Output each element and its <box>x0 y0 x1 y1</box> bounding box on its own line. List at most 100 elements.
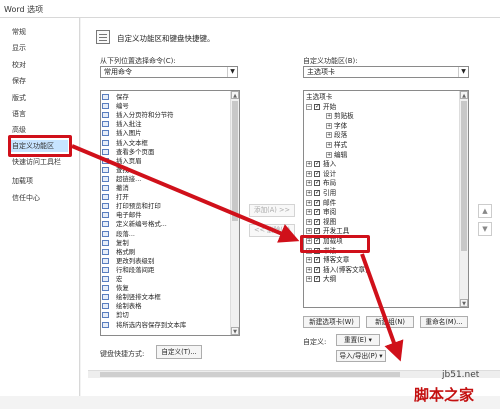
sidebar-item-addins[interactable]: 加载项 <box>12 175 33 187</box>
checkbox[interactable]: ✓ <box>314 228 320 235</box>
tree-item[interactable]: + ✓ 书法 <box>306 247 336 256</box>
command-item[interactable]: 将所选内容保存到文本库 <box>101 321 239 329</box>
scroll-down-icon[interactable]: ▼ <box>460 299 468 307</box>
scroll-up-icon[interactable]: ▲ <box>460 91 468 99</box>
expand-icon[interactable]: + <box>306 190 312 196</box>
tree-item[interactable]: − ✓ 开始 <box>306 103 336 112</box>
command-item[interactable]: 插入批注 <box>101 120 239 128</box>
sidebar-item-layout[interactable]: 版式 <box>12 92 26 104</box>
tree-item[interactable]: + ✓ 大纲 <box>306 275 336 284</box>
sidebar-item-general[interactable]: 常规 <box>12 26 26 38</box>
sidebar-item-advanced[interactable]: 高级 <box>12 124 26 136</box>
command-item[interactable]: 绘制竖排文本框 <box>101 293 239 301</box>
command-item[interactable]: 复制 <box>101 239 239 247</box>
sidebar-item-display[interactable]: 显示 <box>12 42 26 54</box>
expand-icon[interactable]: + <box>306 257 312 264</box>
tree-item[interactable]: + ✓ 插入 <box>306 160 336 169</box>
checkbox[interactable]: ✓ <box>314 266 320 273</box>
commands-from-select[interactable]: 常用命令 ▼ <box>100 66 238 78</box>
checkbox[interactable]: ✓ <box>314 238 320 244</box>
tree-item[interactable]: + ✓ 插入(博客文章) <box>306 266 368 275</box>
command-item[interactable]: 电子邮件 <box>101 211 239 219</box>
checkbox[interactable]: ✓ <box>314 209 320 216</box>
expand-icon[interactable]: + <box>306 218 312 225</box>
sidebar-item-language[interactable]: 语言 <box>12 108 26 120</box>
checkbox[interactable]: ✓ <box>314 276 320 283</box>
sidebar-item-quick-access[interactable]: 快速访问工具栏 <box>12 156 61 168</box>
command-item[interactable]: 撤消▶ <box>101 184 239 192</box>
checkbox[interactable]: ✓ <box>314 199 320 206</box>
reset-button[interactable]: 重置(E) ▾ <box>336 334 380 346</box>
command-item[interactable]: 查找 <box>101 166 239 174</box>
tree-item[interactable]: + ✓ 博客文章 <box>306 256 349 265</box>
command-item[interactable]: 打开 <box>101 193 239 201</box>
expand-icon[interactable]: + <box>306 161 312 168</box>
expand-icon[interactable]: + <box>306 276 312 283</box>
tree-item[interactable]: + ✓ 引用 <box>306 189 336 198</box>
checkbox[interactable]: ✓ <box>314 103 320 110</box>
command-item[interactable]: 更改列表级别▶ <box>101 257 239 265</box>
command-item[interactable]: 定义新编号格式... <box>101 220 239 228</box>
customize-ribbon-select[interactable]: 主选项卡 ▼ <box>303 66 469 78</box>
command-item[interactable]: 恢复 <box>101 284 239 292</box>
expand-icon[interactable]: + <box>306 238 312 244</box>
expand-icon[interactable]: + <box>306 266 312 273</box>
sidebar-item-trust-center[interactable]: 信任中心 <box>12 192 40 204</box>
tree-item[interactable]: + ✓ 布局 <box>306 179 336 188</box>
checkbox[interactable]: ✓ <box>314 180 320 187</box>
sidebar-item-save[interactable]: 保存 <box>12 75 26 87</box>
command-item[interactable]: 行和段落间距▶ <box>101 266 239 274</box>
command-item[interactable]: 格式刷 <box>101 248 239 256</box>
scroll-up-icon[interactable]: ▲ <box>231 91 239 99</box>
expand-icon[interactable]: + <box>326 132 332 139</box>
customize-keyboard-button[interactable]: 自定义(T)... <box>156 345 202 359</box>
command-item[interactable]: 插入图片 <box>101 129 239 137</box>
checkbox[interactable]: ✓ <box>314 247 320 254</box>
expand-icon[interactable]: + <box>306 180 312 187</box>
command-item[interactable]: 插入页眉 <box>101 157 239 165</box>
tree-item[interactable]: + ✓ 审阅 <box>306 208 336 217</box>
tree-item[interactable]: + ✓ 加载项 <box>306 237 343 246</box>
tree-item[interactable]: + 段落 <box>326 131 347 140</box>
tree-item[interactable]: + ✓ 设计 <box>306 170 336 179</box>
add-button[interactable]: 添加(A) >> <box>249 204 295 217</box>
command-item[interactable]: 段落... <box>101 230 239 238</box>
checkbox[interactable]: ✓ <box>314 161 320 168</box>
tree-item[interactable]: + 样式 <box>326 141 347 150</box>
scroll-down-icon[interactable]: ▼ <box>231 327 239 335</box>
command-item[interactable]: 剪切 <box>101 311 239 319</box>
expand-icon[interactable]: + <box>326 122 332 129</box>
command-item[interactable]: 插入分页符和分节符▶ <box>101 111 239 119</box>
scroll-thumb[interactable] <box>461 101 467 251</box>
command-item[interactable]: 编号▶ <box>101 102 239 110</box>
move-down-button[interactable]: ▼ <box>478 222 492 236</box>
commands-scrollbar[interactable]: ▲ ▼ <box>230 91 239 335</box>
tree-item[interactable]: + ✓ 邮件 <box>306 199 336 208</box>
remove-button[interactable]: << 删除(R) <box>249 224 295 237</box>
tree-item[interactable]: 主选项卡 <box>306 93 332 102</box>
command-item[interactable]: 打印预览和打印 <box>101 202 239 210</box>
expand-icon[interactable]: + <box>306 228 312 235</box>
expand-icon[interactable]: + <box>306 209 312 216</box>
expand-icon[interactable]: + <box>326 151 332 158</box>
new-group-button[interactable]: 新建组(N) <box>366 316 414 328</box>
commands-list[interactable]: 将所选内容保存到文本库剪切绘制表格绘制竖排文本框恢复宏行和段落间距▶更改列表级别… <box>100 90 240 336</box>
command-item[interactable]: 宏 <box>101 275 239 283</box>
checkbox[interactable]: ✓ <box>314 190 320 196</box>
tree-item[interactable]: + 编辑 <box>326 151 347 160</box>
rename-button[interactable]: 重命名(M)... <box>420 316 468 328</box>
import-export-button[interactable]: 导入/导出(P) ▾ <box>336 350 386 362</box>
chevron-down-icon[interactable]: ▼ <box>227 67 237 77</box>
tree-item[interactable]: + 剪贴板 <box>326 112 354 121</box>
checkbox[interactable]: ✓ <box>314 257 320 264</box>
tree-scrollbar[interactable]: ▲ ▼ <box>459 91 468 307</box>
tree-item[interactable]: + ✓ 视图 <box>306 218 336 227</box>
checkbox[interactable]: ✓ <box>314 170 320 177</box>
expand-icon[interactable]: + <box>326 142 332 148</box>
move-up-button[interactable]: ▲ <box>478 204 492 218</box>
command-item[interactable]: 插入文本框▶ <box>101 139 239 147</box>
sidebar-item-customize-ribbon[interactable]: 自定义功能区 <box>10 140 68 152</box>
command-item[interactable]: 绘制表格 <box>101 302 239 310</box>
command-item[interactable]: 保存 <box>101 93 239 101</box>
command-item[interactable]: 查看多个页面 <box>101 148 239 156</box>
